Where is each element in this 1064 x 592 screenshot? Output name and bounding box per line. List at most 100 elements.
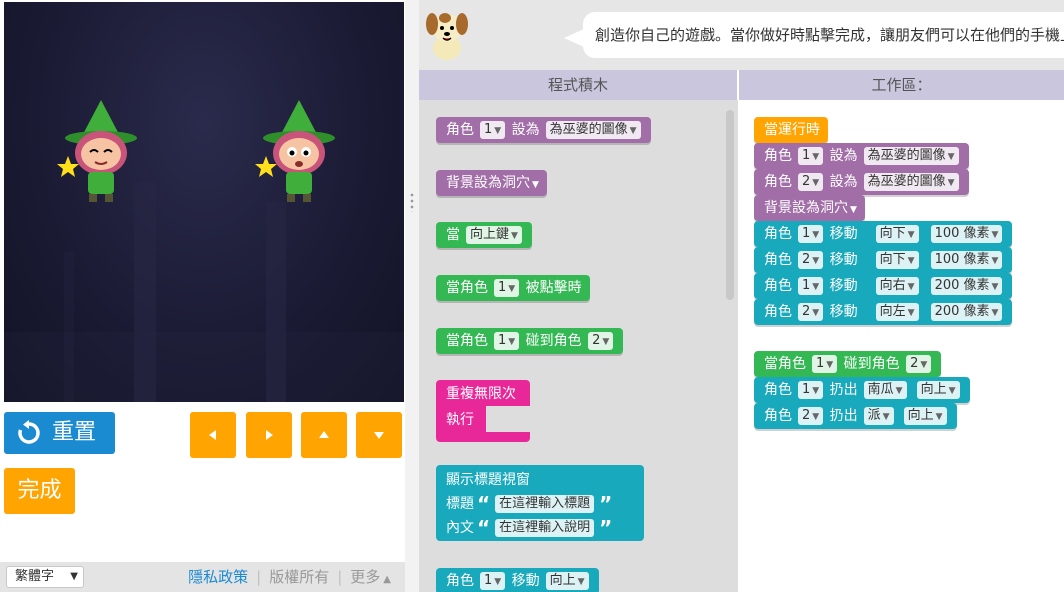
block-throw[interactable]: 角色 2 ▼ 扔出派 ▼ 向上 ▼ [754,403,957,429]
sprite-dropdown[interactable]: 1 ▼ [798,277,824,295]
language-select[interactable]: 繁體字 ▼ [6,566,84,588]
sprite-dropdown[interactable]: 1 ▼ [480,572,506,590]
direction-dropdown[interactable]: 向左 ▼ [875,303,919,321]
item-dropdown[interactable]: 南瓜 ▼ [863,381,907,399]
toolbox-scrollbar-thumb[interactable] [726,110,734,300]
up-arrow-button[interactable] [301,412,347,458]
drag-handle-icon[interactable] [410,192,414,212]
dropdown-caret-icon[interactable]: ▼ [532,180,539,190]
sprite-dropdown[interactable]: 1 ▼ [480,121,506,139]
block-set-sprite[interactable]: 角色 1 ▼ 設為 為巫婆的圖像 ▼ [754,143,969,169]
sprite-dropdown[interactable]: 1 ▼ [494,279,520,297]
dropdown-caret-icon: ▼ [812,152,820,162]
distance-dropdown[interactable]: 100 像素 ▼ [930,251,1003,269]
sprite-dropdown[interactable]: 1 ▼ [812,355,838,373]
block-set-background[interactable]: 背景設為洞穴 ▼ [436,170,547,196]
dropdown-caret-icon: ▼ [935,412,943,422]
body-input[interactable]: 在這裡輸入說明 [495,519,595,537]
finish-button[interactable]: 完成 [4,468,75,514]
distance-dropdown[interactable]: 100 像素 ▼ [930,225,1003,243]
dropdown-value: 1 [484,573,493,588]
block-move-sprite[interactable]: 角色 1 ▼ 移動 向上 ▼ [436,568,599,592]
key-dropdown[interactable]: 向上鍵 ▼ [466,226,522,244]
sprite-dropdown[interactable]: 2 ▼ [798,303,824,321]
dropdown-value: 向下 [879,252,906,267]
block-when-clicked[interactable]: 當角色 1 ▼ 被點擊時 [436,275,590,301]
sprite-dropdown[interactable]: 1 ▼ [798,147,824,165]
witch-sprite-2[interactable] [244,98,354,208]
block-when-run[interactable]: 當運行時 [754,117,828,143]
direction-dropdown[interactable]: 向上 ▼ [916,381,960,399]
image-dropdown[interactable]: 為巫婆的圖像 ▼ [863,173,959,191]
direction-dropdown[interactable]: 向上 ▼ [903,407,947,425]
distance-dropdown[interactable]: 200 像素 ▼ [930,277,1003,295]
image-dropdown[interactable]: 為巫婆的圖像 ▼ [863,147,959,165]
direction-dropdown[interactable]: 向下 ▼ [875,251,919,269]
block-move-sprite[interactable]: 角色 2 ▼ 移動 向下 ▼ 100 像素 ▼ [754,247,1013,273]
copyright-link[interactable]: 版權所有 [269,568,329,586]
sprite-dropdown[interactable]: 1 ▼ [494,332,520,350]
block-text: 扔出 [829,382,858,398]
direction-dropdown[interactable]: 向下 ▼ [875,225,919,243]
dropdown-value: 為巫婆的圖像 [549,122,628,137]
reset-icon [18,420,40,444]
down-arrow-button[interactable] [356,412,402,458]
right-arrow-icon [266,430,273,440]
footer-links: 隱私政策 | 版權所有 | 更多 ▲ [188,568,391,586]
sprite-dropdown[interactable]: 2 ▼ [906,355,932,373]
dropdown-value: 為巫婆的圖像 [867,174,946,189]
sprite-dropdown[interactable]: 1 ▼ [798,225,824,243]
direction-dropdown[interactable]: 向上 ▼ [545,572,589,590]
dropdown-caret-icon: ▼ [812,178,820,188]
dropdown-caret-icon: ▼ [511,231,518,241]
dropdown-value: 南瓜 [867,382,894,397]
block-repeat-forever[interactable]: 重複無限次 執行 [436,380,530,442]
block-when-touches[interactable]: 當角色 1 ▼ 碰到角色 2 ▼ [436,328,624,354]
block-move-sprite[interactable]: 角色 1 ▼ 移動 向下 ▼ 100 像素 ▼ [754,221,1013,247]
sprite-dropdown[interactable]: 1 ▼ [798,381,824,399]
dropdown-value: 100 像素 [934,252,990,267]
block-when-key[interactable]: 當向上鍵 ▼ [436,222,532,248]
block-set-sprite[interactable]: 角色 1 ▼ 設為 為巫婆的圖像 ▼ [436,117,651,143]
workspace[interactable]: 當運行時 角色 1 ▼ 設為 為巫婆的圖像 ▼ 角色 2 ▼ 設為 為巫婆的圖像 ▼ 背景設為洞… [739,100,1064,592]
reset-button[interactable]: 重置 [4,412,115,454]
footer: 繁體字 ▼ 隱私政策 | 版權所有 | 更多 ▲ [0,562,405,592]
sprite-dropdown[interactable]: 2 ▼ [798,407,824,425]
direction-dropdown[interactable]: 向右 ▼ [875,277,919,295]
dropdown-caret-icon: ▼ [494,126,502,136]
block-text: 扔出 [829,408,858,424]
block-text: 碰到角色 [843,356,900,372]
more-link[interactable]: 更多 [350,568,380,586]
dropdown-value: 2 [802,304,811,319]
distance-dropdown[interactable]: 200 像素 ▼ [930,303,1003,321]
sprite-dropdown[interactable]: 2 ▼ [798,173,824,191]
block-move-sprite[interactable]: 角色 2 ▼ 移動 向左 ▼ 200 像素 ▼ [754,299,1013,325]
dropdown-caret-icon: ▼ [948,386,956,396]
block-move-sprite[interactable]: 角色 1 ▼ 移動 向右 ▼ 200 像素 ▼ [754,273,1013,299]
dropdown-value: 100 像素 [934,226,990,241]
right-arrow-button[interactable] [246,412,292,458]
block-text: 顯示標題視窗 [446,472,530,488]
sprite-dropdown[interactable]: 2 ▼ [798,251,824,269]
sprite-dropdown[interactable]: 2 ▼ [588,332,614,350]
block-set-background[interactable]: 背景設為洞穴 ▼ [754,195,865,221]
left-arrow-button[interactable] [190,412,236,458]
block-when-touches[interactable]: 當角色 1 ▼ 碰到角色 2 ▼ [754,351,942,377]
dropdown-caret-icon[interactable]: ▼ [850,205,857,215]
title-input[interactable]: 在這裡輸入標題 [495,495,595,513]
dog-mascot-icon [426,13,468,60]
dropdown-value: 向下 [879,226,906,241]
dropdown-value: 2 [802,408,811,423]
block-text: 當角色 [446,333,488,349]
game-stage[interactable] [4,2,404,402]
witch-sprite-1[interactable] [46,98,156,208]
dropdown-caret-icon: ▼ [907,282,915,292]
block-show-title[interactable]: 顯示標題視窗 標題 “在這裡輸入標題” 內文 “在這裡輸入說明” [436,465,644,541]
privacy-link[interactable]: 隱私政策 [188,568,248,586]
block-text: 當角色 [764,356,806,372]
block-throw[interactable]: 角色 1 ▼ 扔出 南瓜 ▼ 向上 ▼ [754,377,970,403]
item-dropdown[interactable]: 派 ▼ [863,407,894,425]
panel-splitter[interactable] [405,0,419,592]
block-set-sprite[interactable]: 角色 2 ▼ 設為 為巫婆的圖像 ▼ [754,169,969,195]
image-dropdown[interactable]: 為巫婆的圖像 ▼ [545,121,641,139]
